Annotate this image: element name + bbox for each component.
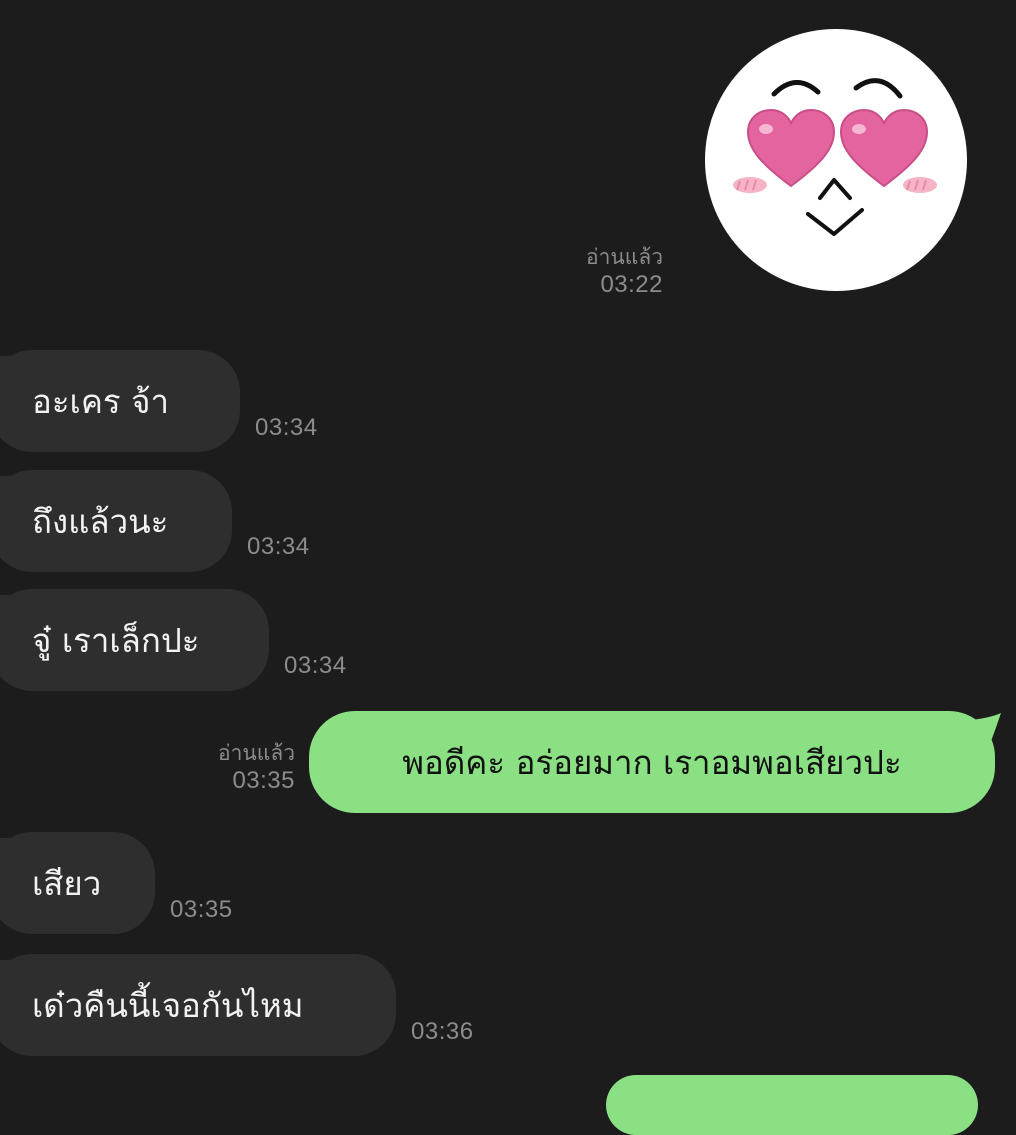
message-time: 03:36 — [411, 1018, 474, 1045]
message-time: 03:34 — [255, 414, 318, 441]
outgoing-message-bubble[interactable]: พอดีคะ อร่อยมาก เราอมพอเสียวปะ — [309, 711, 995, 813]
message-text: ถึงแล้วนะ — [32, 501, 169, 541]
message-text: เสียว — [32, 863, 102, 903]
read-receipt: อ่านแล้ว — [586, 246, 663, 269]
message-text: อะเคร จ้า — [32, 381, 169, 421]
heart-eyes-face-sticker[interactable] — [704, 28, 968, 292]
incoming-message-bubble[interactable]: จู๋ เราเล็กปะ — [0, 589, 269, 691]
heart-eyes-face-icon — [705, 29, 967, 291]
incoming-message-bubble[interactable]: เด๋วคืนนี้เจอกันไหม — [0, 954, 396, 1056]
message-time: 03:34 — [247, 533, 310, 560]
read-receipt: อ่านแล้ว — [218, 742, 295, 765]
incoming-message-bubble[interactable]: ถึงแล้วนะ — [0, 470, 232, 572]
message-time: 03:35 — [170, 896, 233, 923]
incoming-message-bubble[interactable]: เสียว — [0, 832, 155, 934]
message-text: จู๋ เราเล็กปะ — [32, 620, 200, 660]
message-time: 03:35 — [232, 766, 295, 794]
incoming-message-bubble[interactable]: อะเคร จ้า — [0, 350, 240, 452]
outgoing-receipt: อ่านแล้ว 03:35 — [218, 742, 295, 795]
message-time: 03:34 — [284, 652, 347, 679]
outgoing-message-bubble-partial[interactable] — [606, 1075, 978, 1135]
message-text: เด๋วคืนนี้เจอกันไหม — [32, 985, 304, 1025]
message-text: พอดีคะ อร่อยมาก เราอมพอเสียวปะ — [402, 742, 902, 782]
sticker-receipt: อ่านแล้ว 03:22 — [586, 246, 663, 299]
message-time: 03:22 — [600, 270, 663, 298]
